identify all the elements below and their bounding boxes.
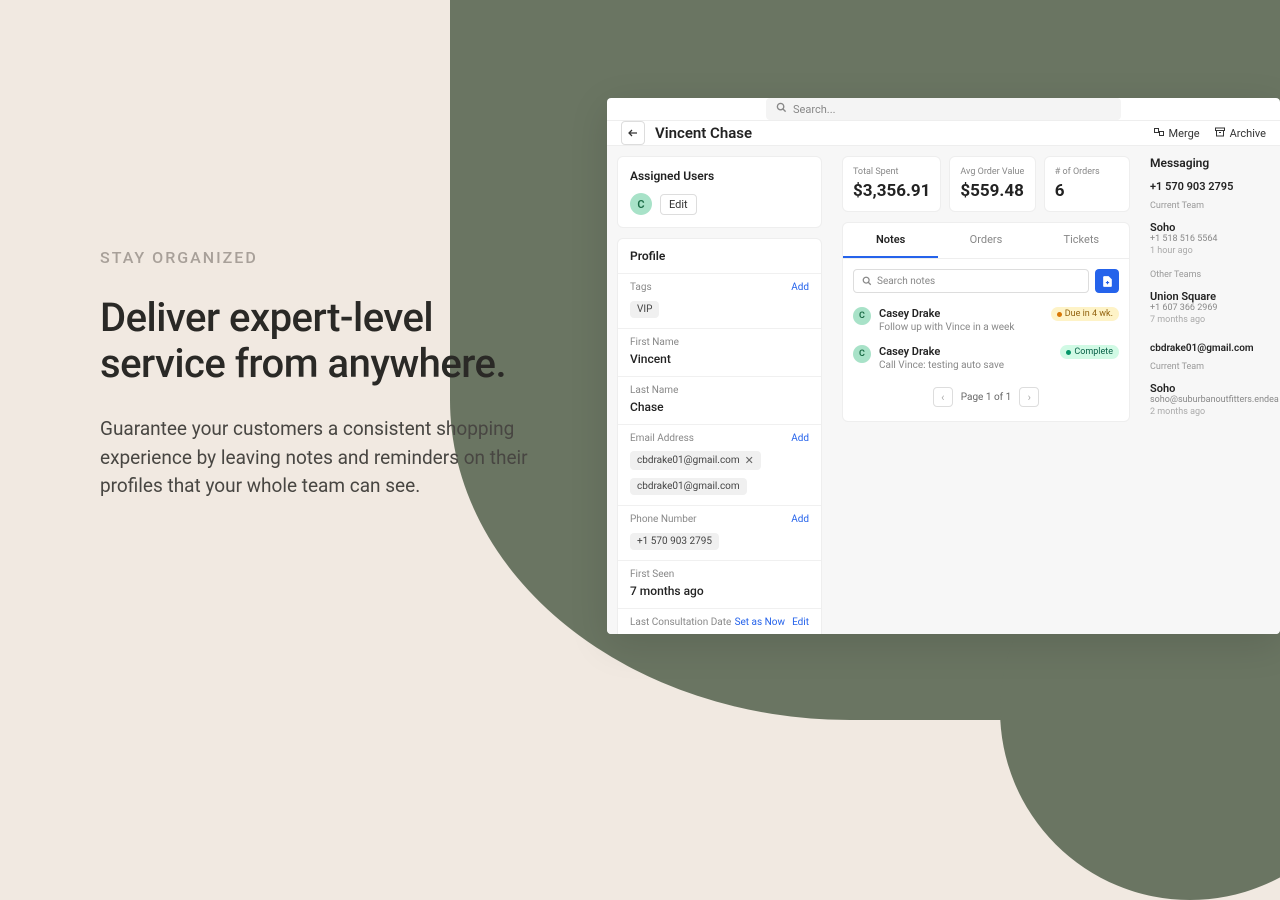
page-title: Vincent Chase [655,124,752,142]
archive-icon [1214,126,1226,141]
stat-total-spent: Total Spent $3,356.91 [842,156,941,212]
messaging-title: Messaging [1150,156,1280,170]
profile-card: Profile Tags Add VIP First Name Vincent … [617,238,822,634]
pagination: ‹ Page 1 of 1 › [853,377,1119,411]
page-next-button[interactable]: › [1019,387,1039,407]
set-as-now-link[interactable]: Set as Now [735,617,785,628]
tag-chip: VIP [630,301,659,318]
field-tags: Tags Add VIP [618,273,821,328]
messaging-panel: Messaging +1 570 903 2795 Current Team S… [1150,156,1280,423]
right-column: Messaging +1 570 903 2795 Current Team S… [1140,146,1280,634]
status-badge: Complete [1060,345,1119,359]
phone-chip: +1 570 903 2795 [630,533,719,550]
stat-avg-order: Avg Order Value $559.48 [949,156,1035,212]
header-row: Vincent Chase Merge Archive [607,121,1280,146]
field-last-name: Last Name Chase [618,376,821,424]
other-teams-label: Other Teams [1150,270,1280,280]
page-prev-button[interactable]: ‹ [933,387,953,407]
avatar: C [853,307,871,325]
add-email-link[interactable]: Add [791,433,809,444]
note-item[interactable]: C Casey Drake Call Vince: testing auto s… [853,339,1119,377]
messaging-phone: +1 570 903 2795 [1150,180,1280,193]
field-email: Email Address Add cbdrake01@gmail.com✕ c… [618,424,821,505]
add-note-icon [1101,275,1114,288]
left-column: Assigned Users C Edit Profile Tags Add V… [607,146,832,634]
edit-consult-link[interactable]: Edit [792,617,809,628]
search-icon [776,102,787,116]
field-last-consultation: Last Consultation Date Set as Now Edit [618,608,821,634]
back-button[interactable] [621,121,645,145]
field-first-name: First Name Vincent [618,328,821,376]
middle-column: Total Spent $3,356.91 Avg Order Value $5… [832,146,1140,634]
page-indicator: Page 1 of 1 [961,392,1011,403]
field-phone: Phone Number Add +1 570 903 2795 [618,505,821,560]
email-chip: cbdrake01@gmail.com [630,478,747,495]
status-badge: Due in 4 wk. [1051,307,1119,321]
add-tag-link[interactable]: Add [791,282,809,293]
note-author: Casey Drake [879,307,1043,320]
assigned-users-card: Assigned Users C Edit [617,156,822,228]
email-chip: cbdrake01@gmail.com✕ [630,451,761,470]
messaging-email: cbdrake01@gmail.com [1150,343,1280,354]
merge-button[interactable]: Merge [1153,126,1200,141]
global-search-input[interactable]: Search... [766,98,1121,120]
headline: Deliver expert-level service from anywhe… [100,295,560,387]
stats-row: Total Spent $3,356.91 Avg Order Value $5… [842,156,1130,212]
merge-icon [1153,126,1165,141]
eyebrow: STAY ORGANIZED [100,248,560,267]
edit-assigned-button[interactable]: Edit [660,194,697,215]
search-placeholder: Search... [793,103,836,116]
tab-orders[interactable]: Orders [938,223,1033,258]
profile-title: Profile [618,239,821,273]
note-author: Casey Drake [879,345,1052,358]
top-bar: Search... [607,98,1280,121]
search-icon [862,276,872,286]
add-note-button[interactable] [1095,269,1119,293]
app-window: Search... Vincent Chase Merge Archive As… [607,98,1280,634]
stat-num-orders: # of Orders 6 [1044,156,1130,212]
current-team-label: Current Team [1150,362,1280,372]
note-item[interactable]: C Casey Drake Follow up with Vince in a … [853,301,1119,339]
search-notes-input[interactable]: Search notes [853,269,1089,293]
tabs: Notes Orders Tickets [843,223,1129,259]
team-item[interactable]: Union Square +1 607 366 2969 7 months ag… [1150,284,1280,331]
team-item[interactable]: Soho +1 518 516 5564 1 hour ago [1150,215,1280,262]
note-text: Follow up with Vince in a week [879,322,1043,333]
remove-email-icon[interactable]: ✕ [745,454,754,467]
subcopy: Guarantee your customers a consistent sh… [100,415,560,501]
tab-tickets[interactable]: Tickets [1034,223,1129,258]
archive-button[interactable]: Archive [1214,126,1266,141]
add-phone-link[interactable]: Add [791,514,809,525]
app-body: Assigned Users C Edit Profile Tags Add V… [607,146,1280,634]
hero-copy: STAY ORGANIZED Deliver expert-level serv… [100,248,560,501]
note-text: Call Vince: testing auto save [879,360,1052,371]
team-item[interactable]: Soho soho@suburbanoutfitters.endea 2 mon… [1150,376,1280,423]
avatar: C [630,193,652,215]
assigned-users-title: Assigned Users [630,169,809,183]
current-team-label: Current Team [1150,201,1280,211]
field-first-seen: First Seen 7 months ago [618,560,821,608]
tab-notes[interactable]: Notes [843,223,938,258]
notes-card: Notes Orders Tickets Search notes [842,222,1130,422]
avatar: C [853,345,871,363]
